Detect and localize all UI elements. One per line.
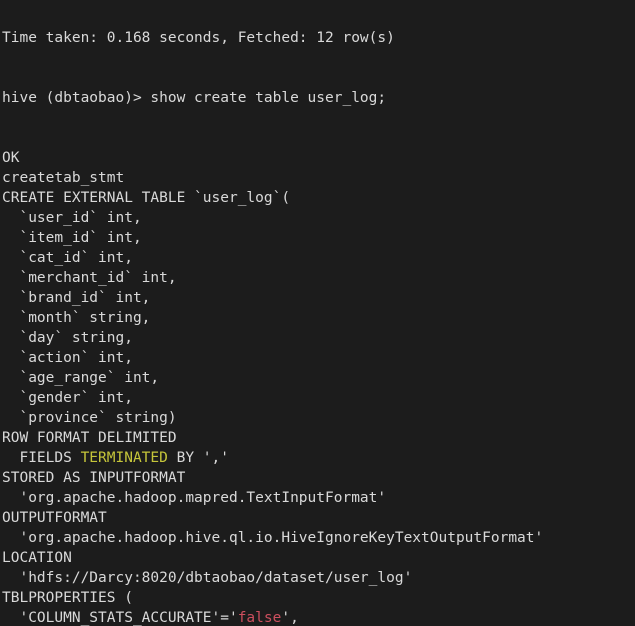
output-token: 'COLUMN_STATS_ACCURATE'='	[2, 610, 238, 626]
output-line: OK	[2, 150, 20, 166]
output-line: `month` string,	[2, 310, 151, 326]
output-line: 'org.apache.hadoop.mapred.TextInputForma…	[2, 490, 387, 506]
output-token-val-red: false	[237, 610, 282, 626]
output-line: `age_range` int,	[2, 370, 160, 386]
output-line: `gender` int,	[2, 390, 133, 406]
output-line: LOCATION	[2, 550, 72, 566]
output-line: ROW FORMAT DELIMITED	[2, 430, 177, 446]
output-line: `action` int,	[2, 350, 133, 366]
output-line: `item_id` int,	[2, 230, 142, 246]
output-token-kw-yellow: TERMINATED	[80, 450, 168, 466]
output-line: `user_id` int,	[2, 210, 142, 226]
output-line: createtab_stmt	[2, 170, 125, 186]
output-line: 'COLUMN_STATS_ACCURATE'='false',	[2, 608, 635, 626]
output-line: OUTPUTFORMAT	[2, 510, 107, 526]
output-line: `day` string,	[2, 330, 133, 346]
output-line: `brand_id` int,	[2, 290, 151, 306]
output-token: FIELDS	[2, 450, 81, 466]
output-line: `cat_id` int,	[2, 250, 133, 266]
command-text: show create table user_log;	[150, 90, 387, 106]
output-line: `merchant_id` int,	[2, 270, 177, 286]
output-line: TBLPROPERTIES (	[2, 590, 133, 606]
output-token: ',	[281, 610, 299, 626]
terminal-output-pane[interactable]: Time taken: 0.168 seconds, Fetched: 12 r…	[0, 0, 635, 626]
output-line: 'hdfs://Darcy:8020/dbtaobao/dataset/user…	[2, 570, 413, 586]
output-line: CREATE EXTERNAL TABLE `user_log`(	[2, 190, 291, 206]
output-line: 'org.apache.hadoop.hive.ql.io.HiveIgnore…	[2, 530, 544, 546]
command-prompt-line: hive (dbtaobao)> show create table user_…	[2, 88, 635, 108]
output-line: `province` string)	[2, 410, 177, 426]
command-output: OK createtab_stmt CREATE EXTERNAL TABLE `u…	[2, 148, 635, 626]
output-line: STORED AS INPUTFORMAT	[2, 470, 186, 486]
output-line: FIELDS TERMINATED BY ','	[2, 448, 635, 468]
shell-prompt: hive (dbtaobao)>	[2, 90, 151, 106]
scrollback-clipped-line: Time taken: 0.168 seconds, Fetched: 12 r…	[2, 30, 395, 46]
output-token: BY ','	[167, 450, 229, 466]
